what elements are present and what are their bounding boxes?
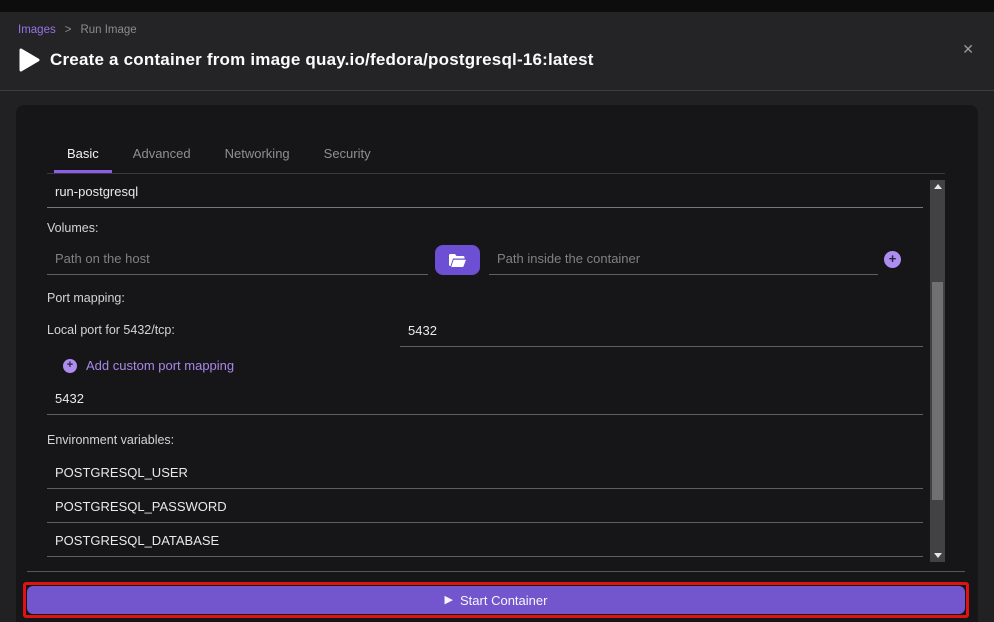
host-path-input[interactable] xyxy=(47,241,428,275)
port-mapping-label: Port mapping: xyxy=(47,291,923,305)
breadcrumb-images-link[interactable]: Images xyxy=(18,24,56,36)
breadcrumb: Images > Run Image xyxy=(18,24,976,36)
tab-basic[interactable]: Basic xyxy=(54,140,112,173)
start-container-button[interactable]: ▶ Start Container xyxy=(27,586,965,614)
add-custom-port-mapping-label: Add custom port mapping xyxy=(86,358,234,373)
page-title: Create a container from image quay.io/fe… xyxy=(50,50,594,70)
close-icon[interactable]: ✕ xyxy=(962,42,974,56)
plus-circle-icon: + xyxy=(63,359,77,373)
container-name-input[interactable] xyxy=(47,174,923,208)
run-image-panel: Basic Advanced Networking Security Volum… xyxy=(16,105,978,622)
breadcrumb-separator: > xyxy=(65,24,72,36)
env-name-input[interactable] xyxy=(47,523,923,557)
add-volume-button[interactable]: + xyxy=(884,251,901,268)
start-container-label: Start Container xyxy=(460,593,547,608)
custom-host-port-input[interactable] xyxy=(47,381,923,415)
add-custom-port-mapping[interactable]: + Add custom port mapping xyxy=(63,358,234,373)
scrollbar[interactable] xyxy=(930,180,945,562)
custom-port-row: − xyxy=(47,381,923,415)
breadcrumb-current: Run Image xyxy=(80,24,136,36)
container-path-input[interactable] xyxy=(489,241,878,275)
env-row: − xyxy=(47,455,923,489)
volume-row: + xyxy=(47,241,923,275)
scrollbar-down-arrow-icon[interactable] xyxy=(934,553,942,558)
env-name-input[interactable] xyxy=(47,489,923,523)
play-icon: ▶ xyxy=(445,595,453,606)
env-row: + xyxy=(47,523,923,557)
scrollbar-up-arrow-icon[interactable] xyxy=(934,184,942,189)
local-port-label: Local port for 5432/tcp: xyxy=(47,323,400,347)
dialog-header: Images > Run Image ✕ Create a container … xyxy=(0,12,994,91)
window-titlebar xyxy=(0,0,994,12)
tab-bar: Basic Advanced Networking Security xyxy=(47,140,945,174)
footer-divider xyxy=(27,571,965,572)
basic-tab-content: Volumes: + Port mapping: Local port for … xyxy=(47,174,945,564)
tab-networking[interactable]: Networking xyxy=(212,140,303,173)
environment-variables-label: Environment variables: xyxy=(47,433,923,447)
tab-advanced[interactable]: Advanced xyxy=(120,140,204,173)
run-play-icon xyxy=(18,48,40,72)
env-row: − xyxy=(47,489,923,523)
tab-security[interactable]: Security xyxy=(311,140,384,173)
local-port-row: Local port for 5432/tcp: xyxy=(47,313,923,347)
folder-icon xyxy=(448,253,467,268)
browse-host-path-button[interactable] xyxy=(435,245,480,275)
volumes-label: Volumes: xyxy=(47,221,923,235)
local-port-input[interactable] xyxy=(400,313,923,347)
env-name-input[interactable] xyxy=(47,455,923,489)
scrollbar-thumb[interactable] xyxy=(932,282,943,500)
highlight-annotation: ▶ Start Container xyxy=(23,582,969,618)
